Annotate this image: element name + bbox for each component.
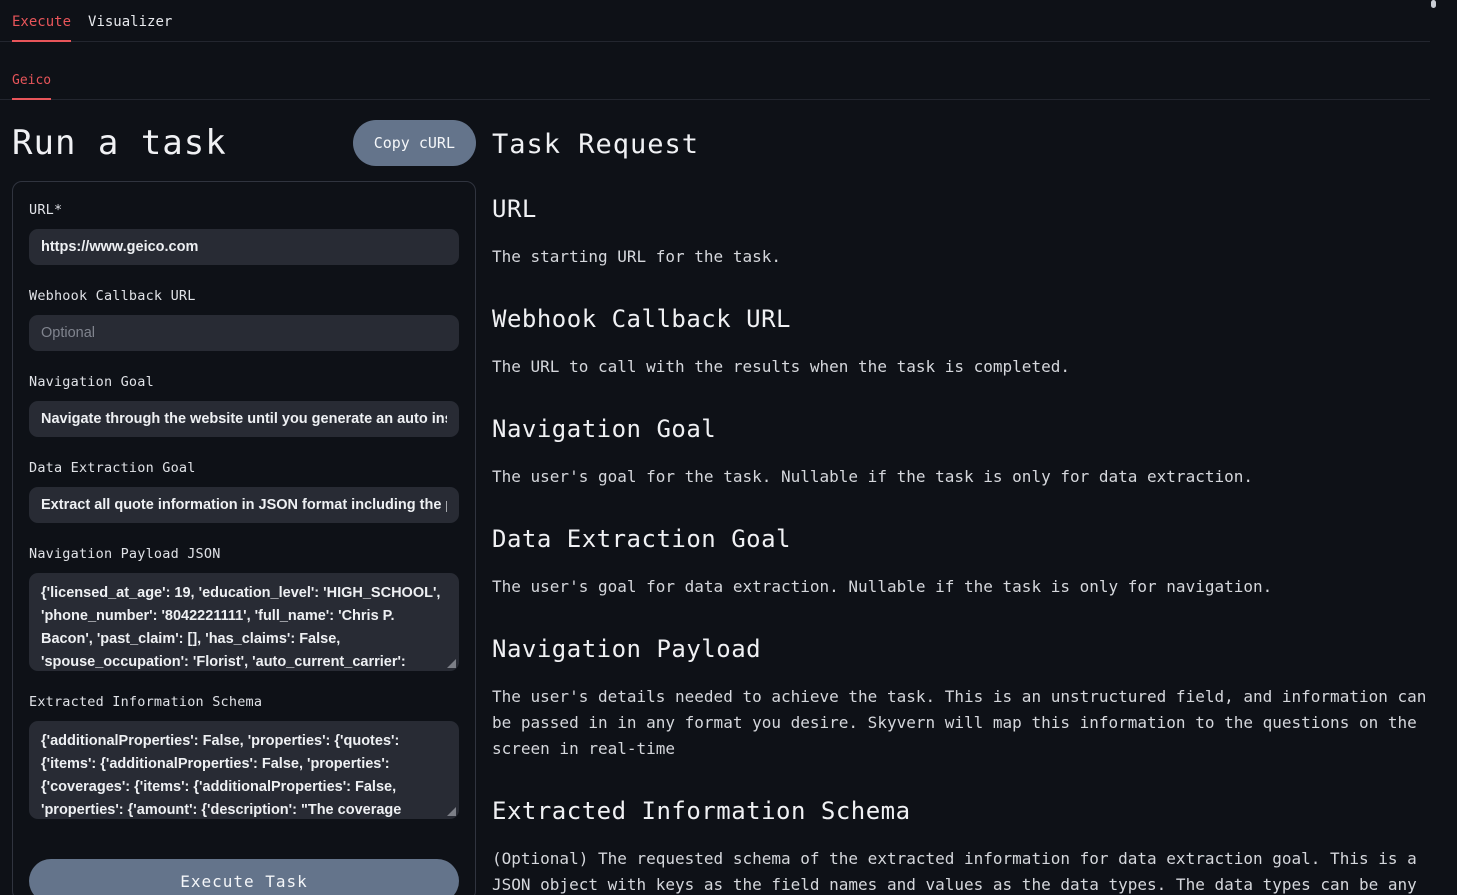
title-row: Run a task Copy cURL xyxy=(12,119,476,167)
resize-grip-icon[interactable] xyxy=(447,659,456,668)
navigation-goal-input[interactable] xyxy=(29,401,459,437)
tab-execute[interactable]: Execute xyxy=(12,14,71,41)
tab-geico-label: Geico xyxy=(12,73,51,88)
field-extracted-schema: Extracted Information Schema {'additiona… xyxy=(29,694,459,819)
field-navigation-goal: Navigation Goal xyxy=(29,374,459,437)
tab-visualizer-label: Visualizer xyxy=(88,14,172,30)
skyvern-app: Execute Visualizer Geico Run a task Copy… xyxy=(0,0,1457,895)
field-url: URL* xyxy=(29,202,459,265)
resize-grip-icon[interactable] xyxy=(447,807,456,816)
doc-body-webhook: The URL to call with the results when th… xyxy=(492,354,1432,380)
url-input[interactable] xyxy=(29,229,459,265)
data-extraction-goal-input[interactable] xyxy=(29,487,459,523)
doc-body-data-extraction-goal: The user's goal for data extraction. Nul… xyxy=(492,574,1432,600)
webhook-url-label: Webhook Callback URL xyxy=(29,288,459,304)
field-webhook-url: Webhook Callback URL xyxy=(29,288,459,351)
page-title: Run a task xyxy=(12,123,227,163)
field-data-extraction-goal: Data Extraction Goal xyxy=(29,460,459,523)
docs-title: Task Request xyxy=(492,129,1432,160)
copy-curl-button[interactable]: Copy cURL xyxy=(353,120,476,166)
execute-task-button[interactable]: Execute Task xyxy=(29,859,459,895)
extracted-schema-label: Extracted Information Schema xyxy=(29,694,459,710)
tab-execute-label: Execute xyxy=(12,14,71,30)
scrollbar-thumb[interactable] xyxy=(1431,0,1436,8)
doc-body-navigation-payload: The user's details needed to achieve the… xyxy=(492,684,1432,762)
tab-visualizer[interactable]: Visualizer xyxy=(88,14,172,41)
data-extraction-goal-label: Data Extraction Goal xyxy=(29,460,459,476)
navigation-payload-wrap: {'licensed_at_age': 19, 'education_level… xyxy=(29,573,459,671)
task-form-card: URL* Webhook Callback URL Navigation Goa… xyxy=(12,181,476,895)
doc-heading-url: URL xyxy=(492,195,1432,223)
field-navigation-payload: Navigation Payload JSON {'licensed_at_ag… xyxy=(29,546,459,671)
doc-heading-webhook: Webhook Callback URL xyxy=(492,305,1432,333)
webhook-url-input[interactable] xyxy=(29,315,459,351)
navigation-payload-textarea[interactable]: {'licensed_at_age': 19, 'education_level… xyxy=(29,573,459,671)
run-task-panel: Run a task Copy cURL URL* Webhook Callba… xyxy=(12,100,476,895)
extracted-schema-textarea[interactable]: {'additionalProperties': False, 'propert… xyxy=(29,721,459,819)
doc-heading-extracted-schema: Extracted Information Schema xyxy=(492,797,1432,825)
doc-body-url: The starting URL for the task. xyxy=(492,244,1432,270)
tab-geico[interactable]: Geico xyxy=(12,73,51,99)
doc-body-navigation-goal: The user's goal for the task. Nullable i… xyxy=(492,464,1432,490)
main-tab-bar: Execute Visualizer xyxy=(0,0,1430,42)
main-content: Run a task Copy cURL URL* Webhook Callba… xyxy=(0,100,1457,895)
doc-body-extracted-schema: (Optional) The requested schema of the e… xyxy=(492,846,1432,895)
doc-heading-data-extraction-goal: Data Extraction Goal xyxy=(492,525,1432,553)
doc-heading-navigation-goal: Navigation Goal xyxy=(492,415,1432,443)
extracted-schema-wrap: {'additionalProperties': False, 'propert… xyxy=(29,721,459,819)
task-request-docs: Task Request URL The starting URL for th… xyxy=(492,100,1432,895)
sub-tab-bar: Geico xyxy=(0,42,1430,100)
doc-heading-navigation-payload: Navigation Payload xyxy=(492,635,1432,663)
url-label: URL* xyxy=(29,202,459,218)
navigation-goal-label: Navigation Goal xyxy=(29,374,459,390)
navigation-payload-label: Navigation Payload JSON xyxy=(29,546,459,562)
